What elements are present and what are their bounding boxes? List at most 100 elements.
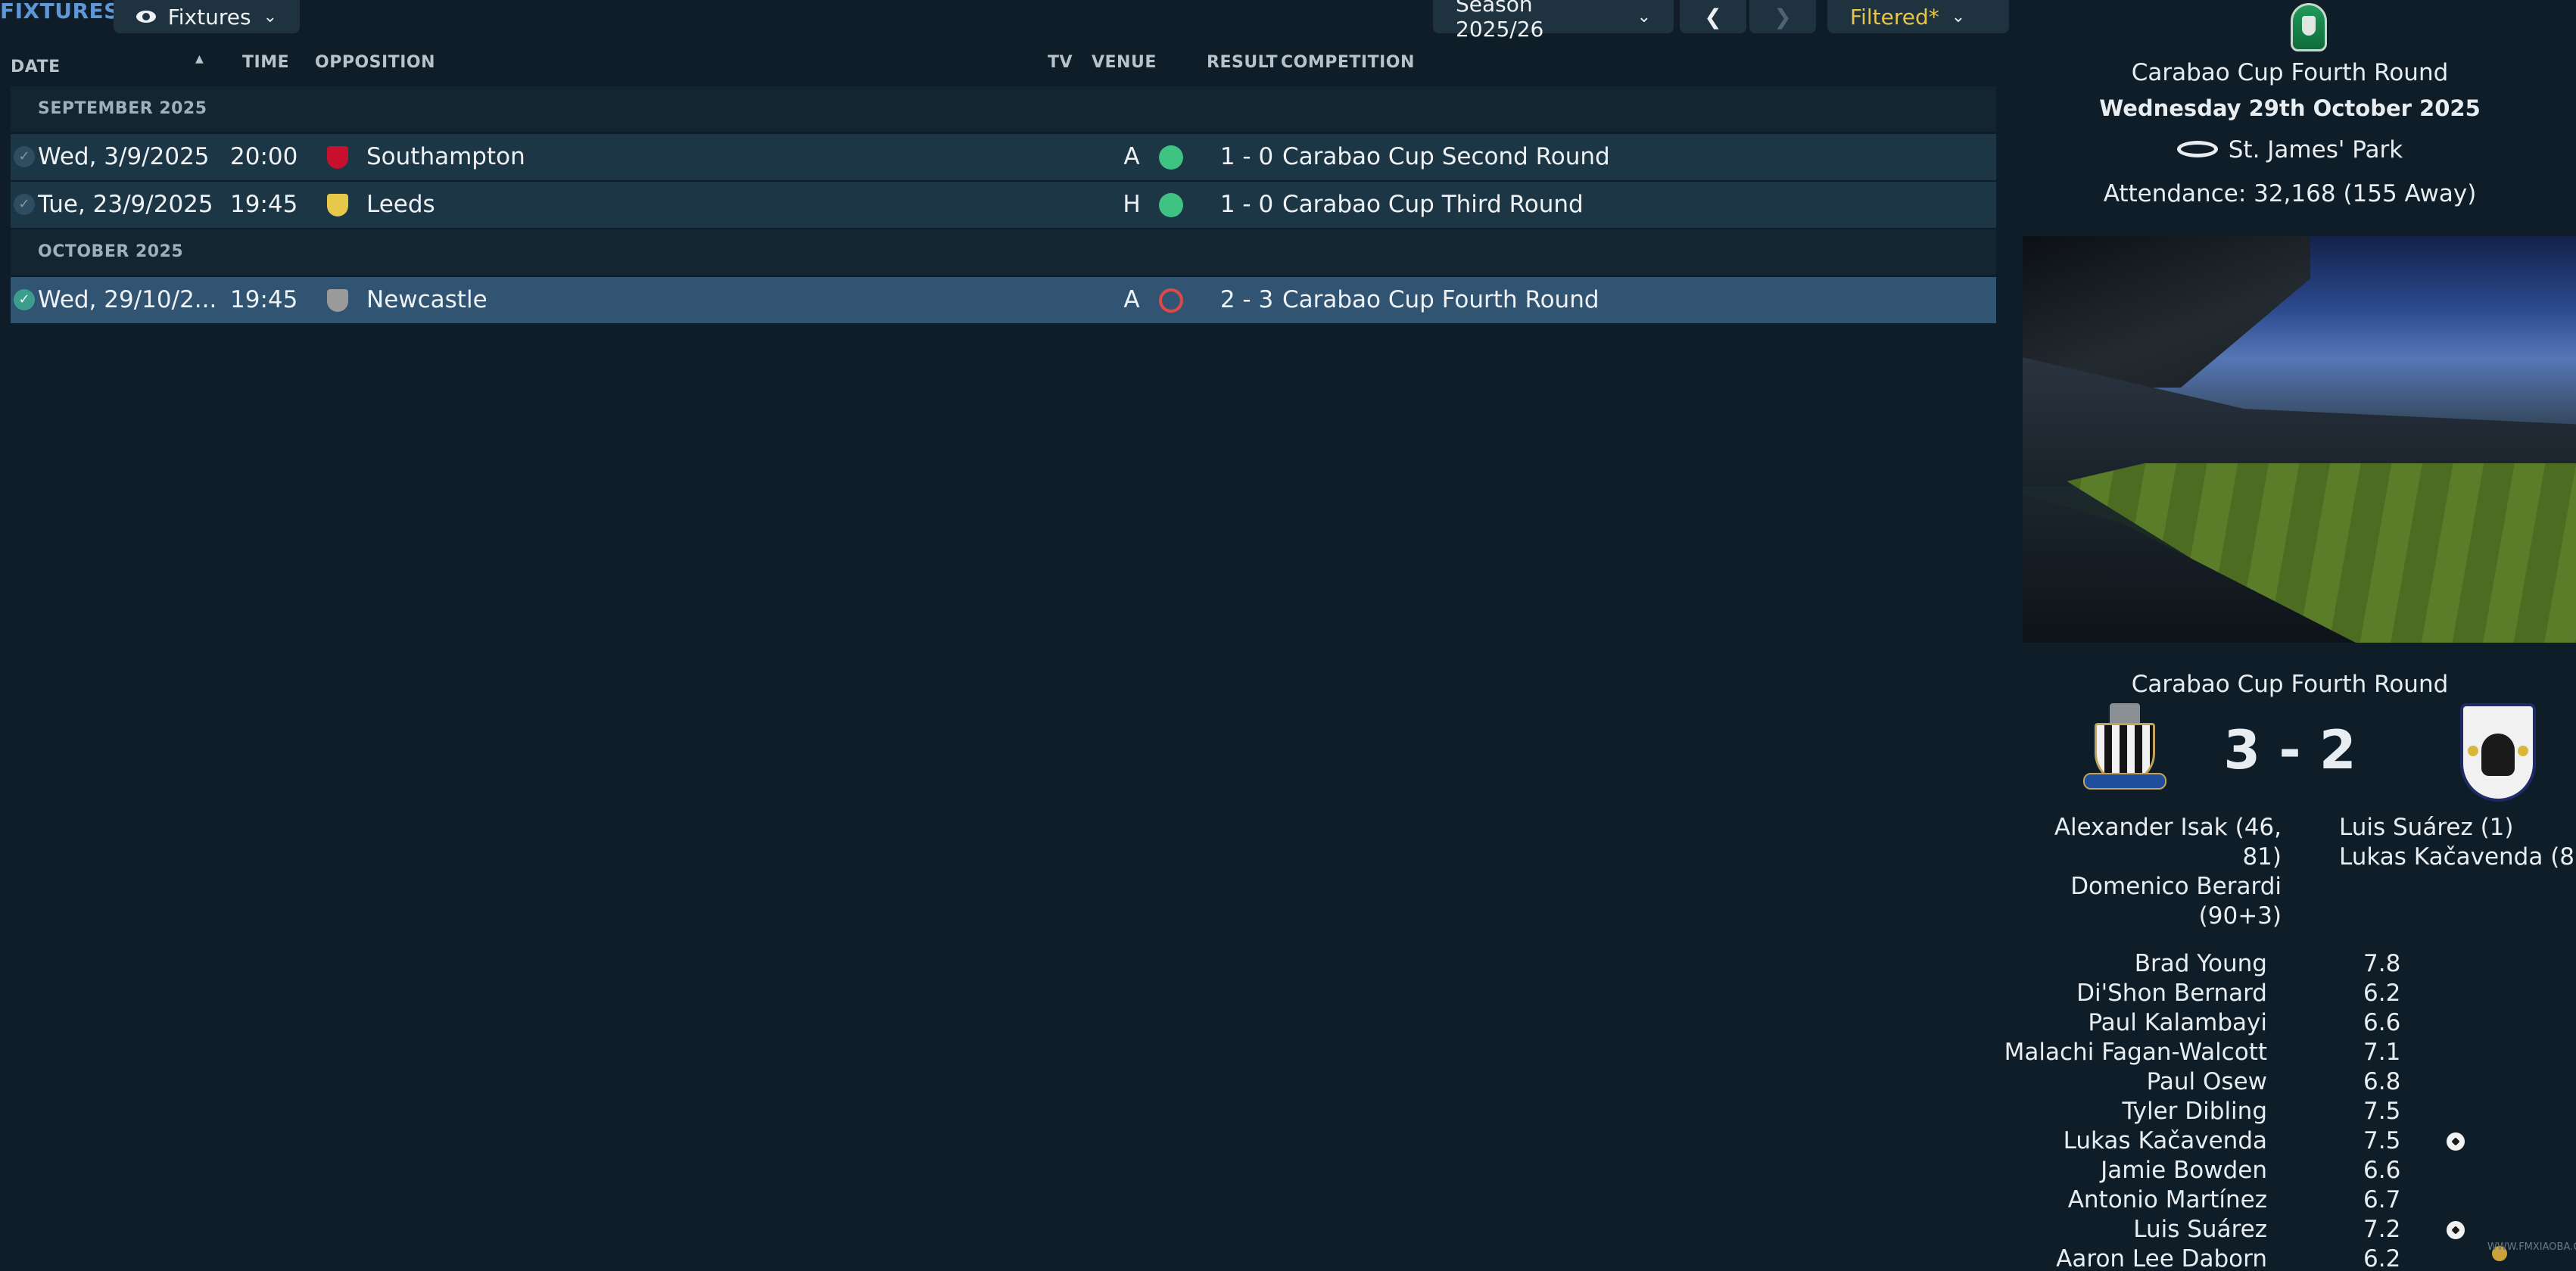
column-header-competition[interactable]: COMPETITION	[1281, 53, 1415, 72]
page-title: FIXTURES	[0, 0, 120, 23]
result-loss-icon	[1159, 288, 1183, 313]
result-win-icon	[1159, 193, 1183, 217]
fixture-opponent[interactable]: Leeds	[366, 182, 821, 228]
season-dropdown-label: Season 2025/26	[1456, 0, 1544, 42]
fixture-time: 19:45	[230, 191, 298, 218]
fixture-date: Wed, 29/10/2...	[38, 286, 217, 313]
match-date: Wednesday 29th October 2025	[2099, 95, 2481, 121]
filter-dropdown[interactable]: Filtered* ⌄	[1827, 0, 2009, 33]
chevron-down-icon: ⌄	[1637, 7, 1651, 26]
column-header-result[interactable]: RESULT	[1207, 53, 1278, 72]
view-dropdown-label: Fixtures	[167, 4, 251, 30]
home-scorer: Alexander Isak (46, 81)	[2054, 814, 2282, 871]
player-rating: 6.2	[2363, 980, 2401, 1007]
fixture-opponent[interactable]: Newcastle	[366, 277, 821, 323]
match-competition: Carabao Cup Fourth Round	[2131, 59, 2449, 86]
player-name: Lukas Kačavenda	[2063, 1127, 2267, 1154]
afc-wimbledon-crest-icon[interactable]	[2450, 700, 2548, 806]
result-win-icon	[1159, 145, 1183, 170]
player-rating-row[interactable]: Antonio Martínez 6.7	[2023, 1185, 2576, 1215]
fixture-time: 20:00	[230, 143, 298, 170]
season-dropdown[interactable]: Season 2025/26 ⌄	[1433, 0, 1674, 42]
player-rating: 6.2	[2363, 1245, 2401, 1271]
match-venue: St. James' Park	[2023, 136, 2557, 164]
player-rating: 6.6	[2363, 1009, 2401, 1036]
stadium-photo	[2023, 236, 2576, 643]
chevron-down-icon: ⌄	[263, 7, 277, 26]
away-scorer: Lukas Kačavenda (89)	[2339, 843, 2576, 871]
column-header-tv[interactable]: TV	[1048, 53, 1073, 72]
player-rating: 6.8	[2363, 1068, 2401, 1095]
view-dropdown[interactable]: Fixtures ⌄	[114, 0, 300, 33]
column-header-venue[interactable]: VENUE	[1092, 53, 1157, 72]
player-rating-row[interactable]: Tyler Dibling 7.5	[2023, 1097, 2576, 1126]
chevron-right-icon: ❯	[1774, 4, 1792, 30]
fixture-competition[interactable]: Carabao Cup Fourth Round	[1282, 277, 1812, 323]
fixtures-panel: FIXTURES Fixtures ⌄ Season 2025/26 ⌄ ❮ ❯…	[0, 0, 2009, 1271]
watermark: WWW.FMXIAOBA.CC	[2487, 1241, 2576, 1253]
chevron-down-icon: ⌄	[1951, 7, 1966, 26]
club-badge-icon	[327, 194, 348, 217]
away-scorer: Luis Suárez (1)	[2339, 814, 2514, 841]
column-header-time[interactable]: TIME	[242, 53, 289, 72]
fixture-opponent[interactable]: Southampton	[366, 134, 821, 180]
fixture-competition[interactable]: Carabao Cup Second Round	[1282, 134, 1812, 180]
eye-icon	[136, 11, 156, 23]
player-name: Aaron Lee Daborn	[2056, 1245, 2267, 1271]
player-rating: 7.5	[2363, 1127, 2401, 1154]
fixture-venue: H	[1123, 191, 1141, 218]
next-season-button[interactable]: ❯	[1749, 0, 1816, 33]
player-name: Paul Osew	[2146, 1068, 2267, 1095]
player-name: Brad Young	[2134, 950, 2267, 977]
column-headers: DATE ▲ TIME OPPOSITION TV VENUE RESULT C…	[11, 53, 1415, 76]
stadium-icon	[2176, 140, 2218, 157]
match-attendance: Attendance: 32,168 (155 Away)	[2103, 180, 2477, 207]
fixture-venue: A	[1123, 286, 1140, 313]
fixture-score: 1 - 0	[1219, 143, 1274, 170]
fixture-date: Wed, 3/9/2025	[38, 143, 210, 170]
match-stadium: St. James' Park	[2228, 136, 2403, 164]
player-rating-row[interactable]: Paul Osew 6.8	[2023, 1067, 2576, 1097]
player-rating: 7.2	[2363, 1216, 2401, 1243]
player-rating-row[interactable]: Paul Kalambayi 6.6	[2023, 1008, 2576, 1038]
fixture-row[interactable]: ✓ Tue, 23/9/2025 19:45 Leeds H 1 - 0 Carabao C…	[11, 182, 1996, 228]
away-scorers: Luis Suárez (1) Lukas Kačavenda (89)	[2339, 813, 2576, 872]
player-name: Tyler Dibling	[2122, 1098, 2267, 1125]
fixture-row[interactable]: ✓ Wed, 3/9/2025 20:00 Southampton A 1 - 0 Cara…	[11, 134, 1996, 180]
player-rating-row[interactable]: Lukas Kačavenda 7.5	[2023, 1126, 2576, 1156]
player-name: Malachi Fagan-Walcott	[2004, 1039, 2267, 1066]
month-header: SEPTEMBER 2025	[11, 86, 1996, 132]
player-rating: 6.7	[2363, 1186, 2401, 1213]
fixture-score: 1 - 0	[1219, 191, 1274, 218]
top-bar: FIXTURES Fixtures ⌄ Season 2025/26 ⌄ ❮ ❯…	[0, 0, 2009, 42]
player-rating-row[interactable]: Luis Suárez 7.2	[2023, 1215, 2576, 1245]
player-rating-row[interactable]: Malachi Fagan-Walcott 7.1	[2004, 1038, 2576, 1067]
goal-ball-icon	[2447, 1132, 2465, 1151]
fixture-competition[interactable]: Carabao Cup Third Round	[1282, 182, 1812, 228]
fixture-row[interactable]: ✓ Wed, 29/10/2... 19:45 Newcastle A 2 - 3 Cara…	[11, 277, 1996, 323]
sort-ascending-icon: ▲	[195, 53, 204, 65]
goal-ball-icon	[2447, 1221, 2465, 1239]
previous-season-button[interactable]: ❮	[1680, 0, 1746, 33]
player-name: Luis Suárez	[2133, 1216, 2267, 1243]
player-rating-row[interactable]: Jamie Bowden 6.6	[2023, 1156, 2576, 1185]
check-icon: ✓	[14, 194, 35, 215]
match-details-panel: Carabao Cup Fourth Round Wednesday 29th …	[2004, 0, 2576, 1271]
player-rating: 7.5	[2363, 1098, 2401, 1125]
club-badge-icon	[327, 289, 348, 312]
player-rating-row[interactable]: Di'Shon Bernard 6.2	[2023, 979, 2576, 1008]
player-name: Antonio Martínez	[2067, 1186, 2267, 1213]
column-header-opposition[interactable]: OPPOSITION	[315, 53, 435, 72]
match-summary-competition: Carabao Cup Fourth Round	[2131, 671, 2449, 698]
player-rating: 7.8	[2363, 950, 2401, 977]
home-scorer: (90+3)	[2198, 902, 2282, 930]
player-name: Jamie Bowden	[2101, 1157, 2267, 1184]
fixture-score: 2 - 3	[1219, 286, 1274, 313]
carabao-cup-logo-icon	[2291, 3, 2327, 51]
filter-dropdown-label: Filtered*	[1850, 4, 1939, 30]
check-icon: ✓	[14, 146, 35, 167]
player-rating: 7.1	[2363, 1039, 2401, 1066]
fixture-date: Tue, 23/9/2025	[38, 191, 213, 218]
home-scorers: Alexander Isak (46, 81) Domenico Berardi(…	[2023, 813, 2282, 931]
player-rating-row[interactable]: Brad Young 7.8	[2023, 949, 2576, 979]
